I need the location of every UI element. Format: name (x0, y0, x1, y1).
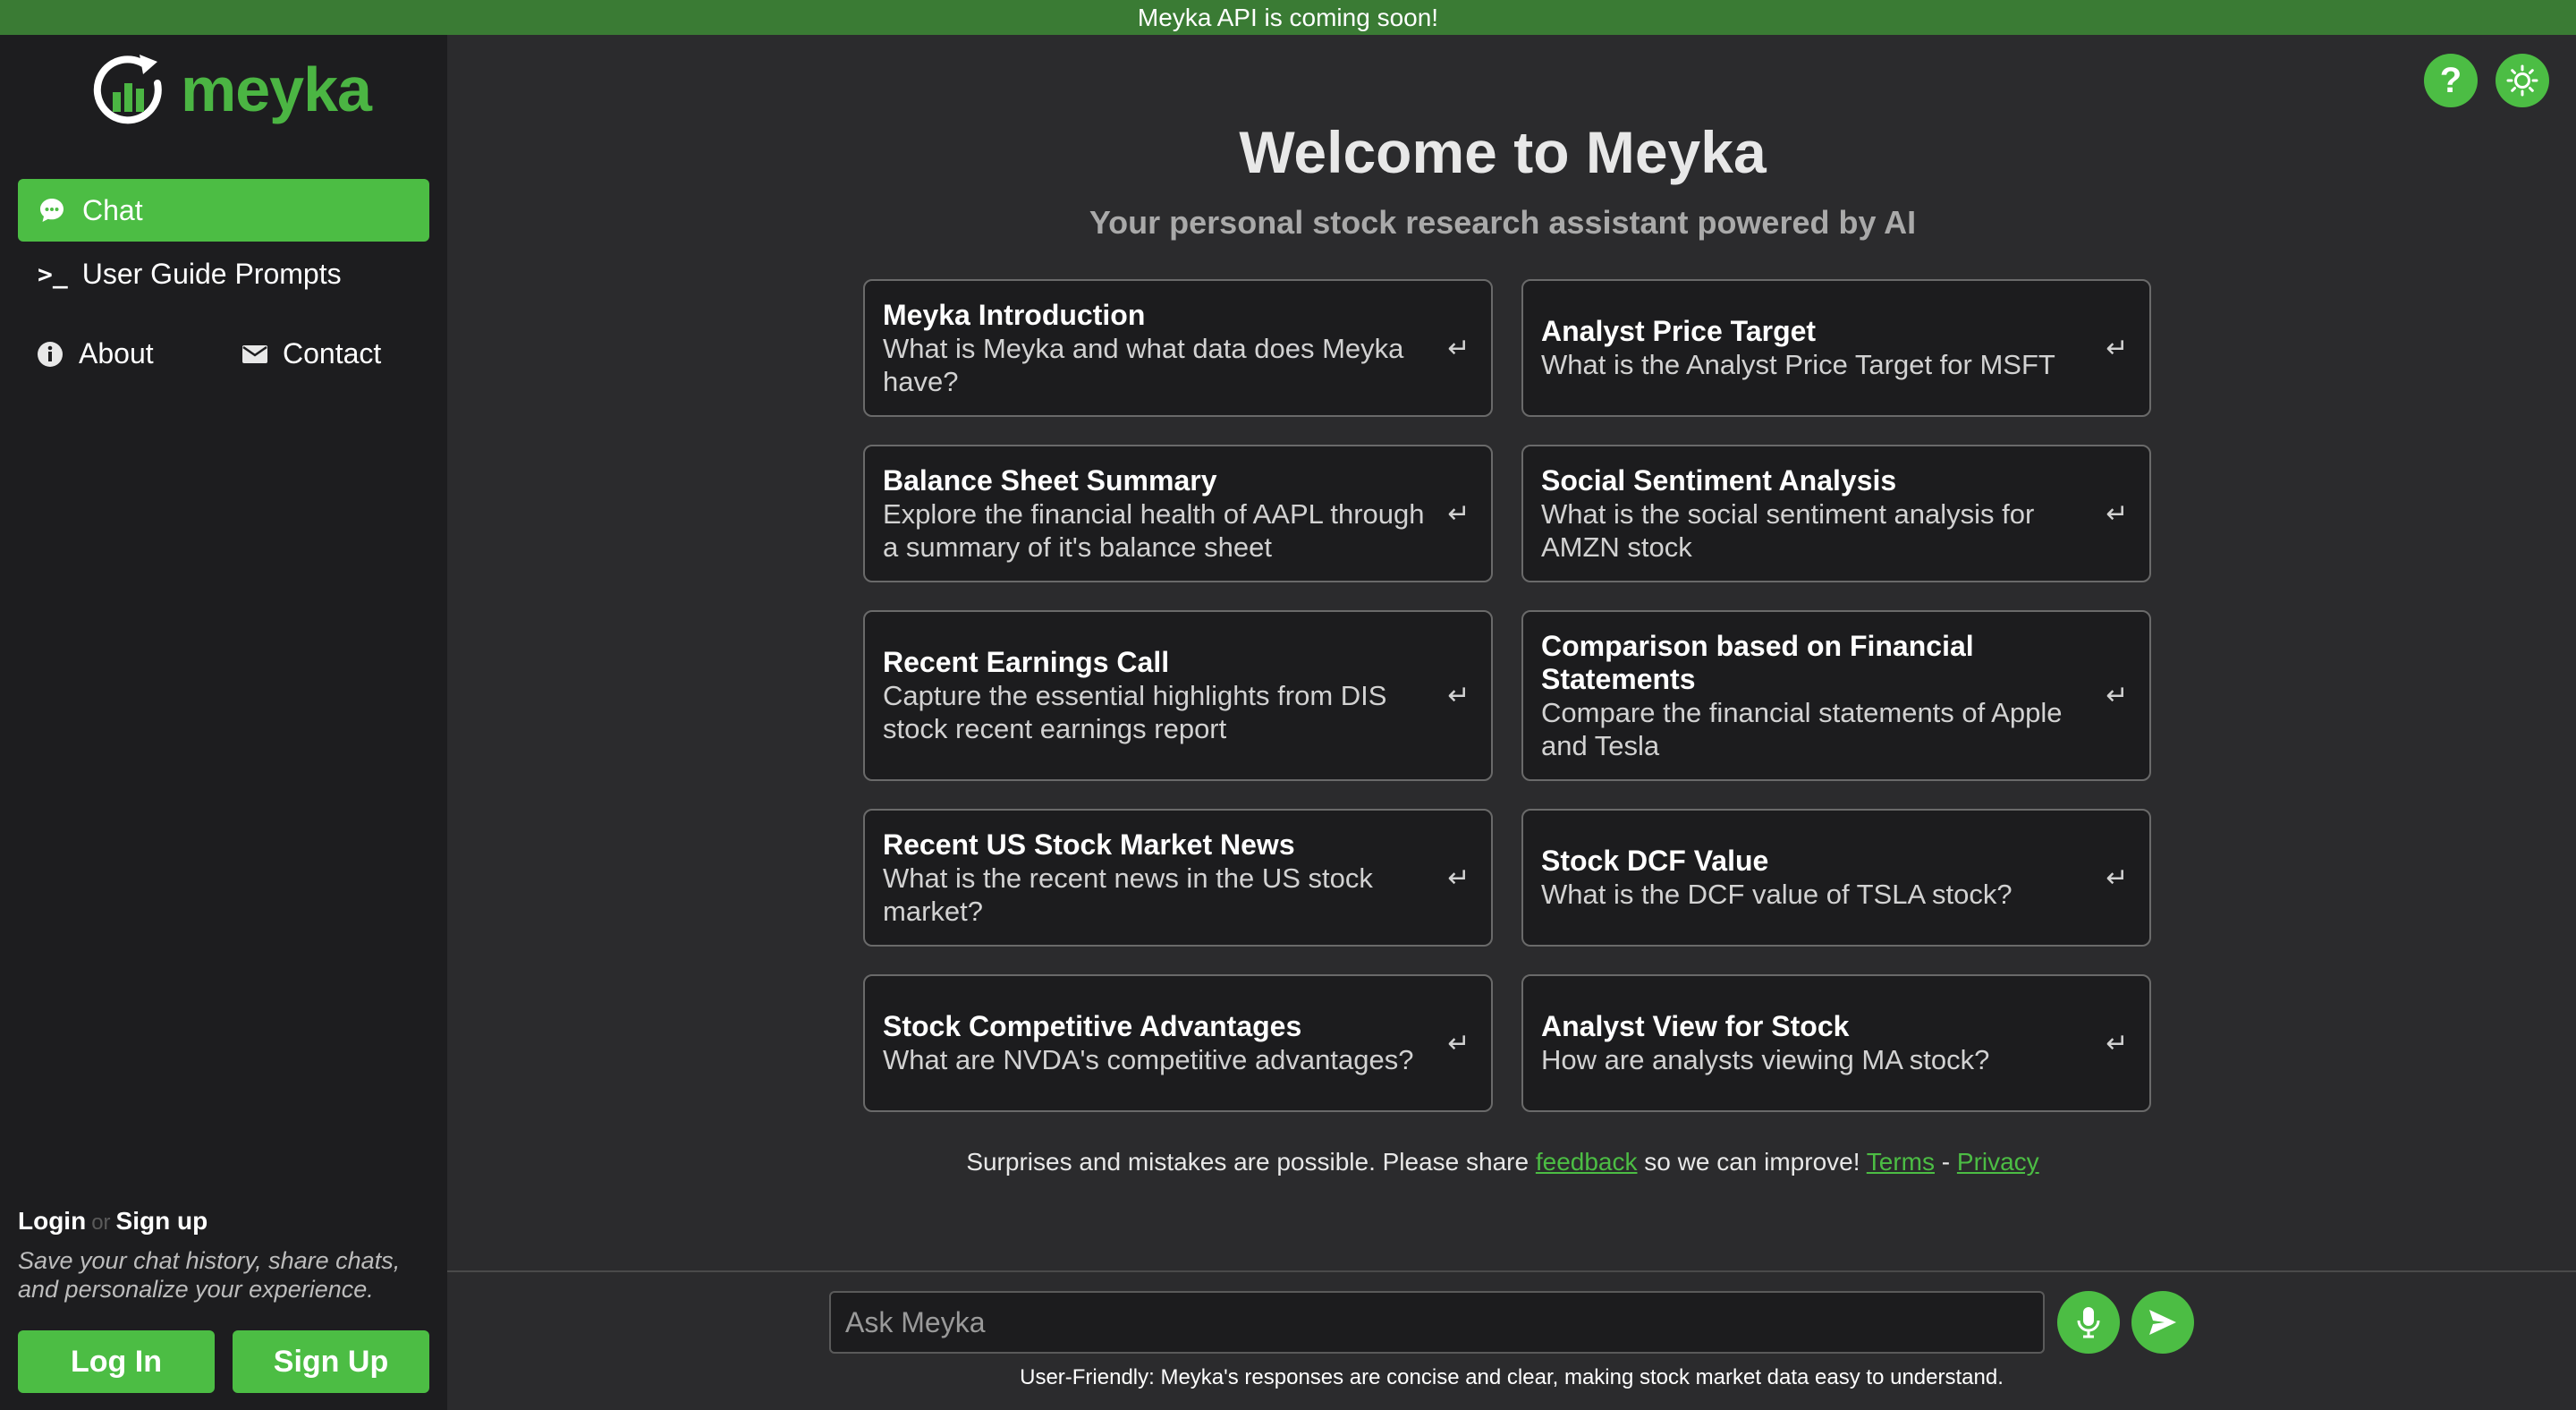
enter-icon: ↵ (2106, 681, 2129, 710)
voice-input-button[interactable] (2057, 1291, 2120, 1354)
prompt-card-social-sentiment-analysis[interactable]: Social Sentiment Analysis What is the so… (1521, 445, 2151, 582)
meyka-logo[interactable]: meyka (89, 51, 372, 128)
sidebar: meyka Chat >_ User Guide Prompts About C… (0, 35, 447, 1410)
sidebar-item-chat-label: Chat (82, 193, 143, 226)
terms-link[interactable]: Terms (1867, 1148, 1935, 1176)
privacy-link[interactable]: Privacy (1957, 1148, 2039, 1176)
banner-text: Meyka API is coming soon! (1137, 3, 1439, 31)
chat-bubble-icon (40, 199, 64, 222)
card-title: Stock DCF Value (1541, 845, 1769, 877)
enter-icon: ↵ (2106, 1028, 2129, 1058)
card-title: Balance Sheet Summary (883, 463, 1217, 497)
card-title: Analyst Price Target (1541, 315, 1817, 347)
question-mark-icon: ? (2439, 61, 2462, 100)
card-title: Analyst View for Stock (1541, 1010, 1850, 1042)
prompt-card-balance-sheet-summary[interactable]: Balance Sheet Summary Explore the financ… (863, 445, 1493, 582)
card-title: Meyka Introduction (883, 298, 1146, 331)
sidebar-item-chat[interactable]: Chat (18, 179, 429, 242)
feedback-link[interactable]: feedback (1536, 1148, 1638, 1176)
prompt-card-comparison-financial-statements[interactable]: Comparison based on Financial Statements… (1521, 610, 2151, 781)
sidebar-item-contact-label: Contact (283, 337, 382, 369)
enter-icon: ↵ (2106, 498, 2129, 529)
footer-separator: - (1935, 1148, 1957, 1176)
card-description: Compare the financial statements of Appl… (1541, 696, 2063, 761)
mail-icon (242, 344, 267, 363)
help-button[interactable]: ? (2424, 54, 2478, 107)
enter-icon: ↵ (1447, 333, 1470, 363)
prompt-card-meyka-introduction[interactable]: Meyka Introduction What is Meyka and wha… (863, 279, 1493, 417)
card-description: What is the recent news in the US stock … (883, 862, 1373, 927)
card-title: Social Sentiment Analysis (1541, 463, 1897, 497)
enter-icon: ↵ (1447, 498, 1470, 529)
enter-icon: ↵ (1447, 1028, 1470, 1058)
sidebar-item-guide-label: User Guide Prompts (81, 258, 342, 290)
enter-icon: ↵ (2106, 862, 2129, 893)
microphone-icon (2077, 1307, 2100, 1338)
composer-note: User-Friendly: Meyka's responses are con… (1020, 1365, 2004, 1389)
send-button[interactable] (2131, 1291, 2194, 1354)
prompt-card-analyst-price-target[interactable]: Analyst Price Target What is the Analyst… (1521, 279, 2151, 417)
page-title: Welcome to Meyka (1239, 119, 1767, 185)
card-description: What is Meyka and what data does Meyka h… (883, 332, 1404, 397)
card-description: What is the DCF value of TSLA stock? (1541, 879, 2012, 910)
card-title: Comparison based on Financial Statements (1541, 629, 1974, 695)
sidebar-item-user-guide-prompts[interactable]: >_ User Guide Prompts (38, 258, 342, 291)
info-icon (38, 341, 63, 367)
card-description: What are NVDA's competitive advantages? (883, 1044, 1414, 1075)
login-prompt: Login or Sign up (18, 1207, 208, 1236)
card-description: What is the Analyst Price Target for MSF… (1541, 349, 2055, 380)
terminal-prompt-icon: >_ (38, 259, 68, 289)
footer-text: so we can improve! (1637, 1148, 1867, 1176)
theme-toggle-button[interactable] (2496, 54, 2549, 107)
disclaimer-footer: Surprises and mistakes are possible. Ple… (447, 1148, 2558, 1176)
login-word: Login (18, 1207, 87, 1235)
prompt-card-stock-dcf-value[interactable]: Stock DCF Value What is the DCF value of… (1521, 809, 2151, 947)
announcement-banner: Meyka API is coming soon! (0, 0, 2576, 35)
log-in-button[interactable]: Log In (18, 1330, 215, 1393)
card-title: Stock Competitive Advantages (883, 1010, 1302, 1042)
prompt-card-recent-us-stock-market-news[interactable]: Recent US Stock Market News What is the … (863, 809, 1493, 947)
card-title: Recent US Stock Market News (883, 828, 1295, 861)
card-description: What is the social sentiment analysis fo… (1541, 497, 2035, 563)
prompt-card-recent-earnings-call[interactable]: Recent Earnings Call Capture the essenti… (863, 610, 1493, 781)
footer-text: Surprises and mistakes are possible. Ple… (966, 1148, 1536, 1176)
or-word: or (91, 1210, 111, 1235)
logo-mark-icon (93, 55, 162, 124)
sun-icon (2506, 64, 2538, 97)
enter-icon: ↵ (1447, 681, 1470, 710)
enter-icon: ↵ (2106, 333, 2129, 363)
sign-up-button[interactable]: Sign Up (233, 1330, 429, 1393)
prompt-card-analyst-view-for-stock[interactable]: Analyst View for Stock How are analysts … (1521, 974, 2151, 1112)
sidebar-item-contact[interactable]: Contact (242, 337, 381, 370)
card-title: Recent Earnings Call (883, 646, 1170, 678)
logo-wordmark: meyka (181, 55, 372, 124)
enter-icon: ↵ (1447, 862, 1470, 893)
login-note: Save your chat history, share chats, and… (18, 1247, 401, 1303)
page-subtitle: Your personal stock research assistant p… (1089, 204, 1917, 241)
card-description: How are analysts viewing MA stock? (1541, 1044, 1990, 1075)
ask-meyka-input[interactable] (829, 1291, 2045, 1354)
card-description: Explore the financial health of AAPL thr… (883, 497, 1425, 563)
sidebar-item-about-label: About (79, 337, 154, 369)
send-icon (2149, 1310, 2176, 1335)
prompt-card-stock-competitive-advantages[interactable]: Stock Competitive Advantages What are NV… (863, 974, 1493, 1112)
card-description: Capture the essential highlights from DI… (883, 680, 1387, 744)
signup-word: Sign up (115, 1207, 208, 1235)
sidebar-item-about[interactable]: About (36, 337, 154, 370)
